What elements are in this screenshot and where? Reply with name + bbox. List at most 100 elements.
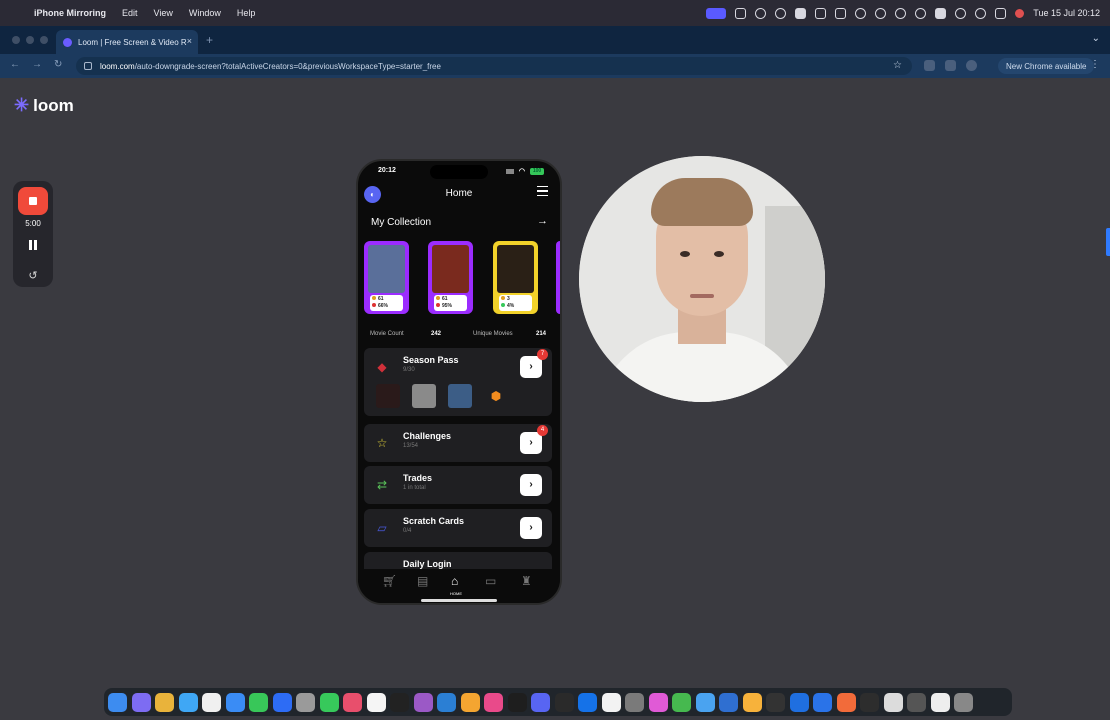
hexagon-icon[interactable]: ⬢ [484, 384, 508, 408]
vscode-icon[interactable] [437, 692, 456, 712]
movie-card[interactable]: 61 95% [428, 241, 473, 314]
puzzle-icon[interactable] [945, 60, 956, 71]
go-button[interactable]: › [520, 432, 542, 454]
zoom-icon[interactable] [272, 692, 292, 712]
menu-app-name[interactable]: iPhone Mirroring [34, 8, 106, 18]
maximize-window-icon[interactable] [40, 36, 48, 44]
collection-arrow-icon[interactable]: → [537, 215, 548, 227]
home-indicator[interactable] [421, 599, 497, 602]
control-center-icon[interactable] [995, 7, 1007, 19]
trades-card[interactable]: ⇄ Trades 1 in total › [364, 466, 552, 504]
forward-button[interactable]: → [32, 59, 42, 70]
play-icon[interactable] [915, 7, 927, 19]
siri-icon[interactable] [1015, 8, 1025, 18]
menu-edit[interactable]: Edit [122, 8, 138, 18]
collection-carousel[interactable]: 61 66% 61 95% 3 4% [364, 241, 560, 316]
go-button[interactable]: › [520, 517, 542, 539]
reload-button[interactable]: ↻ [54, 59, 62, 70]
minimize-window-icon[interactable] [26, 36, 34, 44]
stop-recording-button[interactable] [18, 187, 48, 215]
chatgpt-icon[interactable] [625, 692, 644, 712]
shop-cart-icon[interactable]: 🛒︎ [382, 574, 397, 588]
mail-icon[interactable] [178, 692, 198, 712]
messages-icon[interactable] [249, 692, 268, 712]
movie-card[interactable]: 3 4% [493, 241, 538, 314]
tab-search-chevron-icon[interactable]: ⌄ [1092, 33, 1100, 44]
popcorn-icon[interactable]: ♜ [521, 574, 532, 588]
scratch-cards-card[interactable]: ▱ Scratch Cards 0/4 › [364, 509, 552, 547]
camera-icon[interactable] [735, 7, 747, 19]
app-icon[interactable] [766, 692, 785, 712]
battery-icon[interactable] [935, 7, 947, 19]
settings-icon[interactable] [296, 692, 315, 712]
gamepad-icon[interactable]: ▭ [485, 574, 496, 588]
challenges-card[interactable]: ☆ Challenges 13/54 › 4 [364, 424, 552, 462]
restart-button[interactable]: ↺ [13, 269, 53, 282]
loom-tray-icon[interactable] [775, 7, 787, 19]
close-window-icon[interactable] [12, 36, 20, 44]
slack-icon[interactable] [343, 692, 362, 712]
chrome-icon[interactable] [155, 692, 174, 712]
outlook-icon[interactable] [719, 692, 738, 712]
calendar-icon[interactable] [366, 692, 386, 712]
figma-dock-icon[interactable] [648, 692, 668, 712]
discord-dock-icon[interactable] [531, 692, 550, 712]
home-icon[interactable]: ⌂ [451, 574, 458, 588]
terminal-icon[interactable] [507, 692, 527, 712]
lock-icon[interactable] [835, 7, 847, 19]
wifi-icon[interactable] [955, 7, 967, 19]
moon-icon[interactable] [895, 7, 907, 19]
safari-icon[interactable] [225, 692, 245, 712]
screen-mirroring-icon[interactable] [706, 7, 727, 19]
downloads-icon[interactable] [930, 692, 950, 712]
app-store-icon[interactable] [789, 692, 809, 712]
collection-title[interactable]: My Collection [371, 217, 431, 228]
clapperboard-icon[interactable]: ▤ [417, 574, 428, 588]
menu-help[interactable]: Help [237, 8, 256, 18]
activity-monitor-icon[interactable] [860, 692, 879, 712]
notion-icon[interactable] [390, 692, 409, 712]
window-icon[interactable] [907, 692, 926, 712]
launchpad-icon[interactable] [131, 692, 151, 712]
preview-icon[interactable] [742, 692, 762, 712]
site-info-icon[interactable] [84, 62, 92, 70]
record-icon[interactable] [795, 7, 807, 19]
capcut-icon[interactable] [601, 692, 621, 712]
reward-item[interactable] [448, 384, 472, 408]
go-button[interactable]: › [520, 356, 542, 378]
trash-icon[interactable] [954, 692, 973, 712]
movie-card[interactable]: 61 66% [364, 241, 409, 314]
lucid-icon[interactable] [578, 692, 597, 712]
clipboard-icon[interactable] [815, 7, 827, 19]
whatsapp-icon[interactable] [319, 692, 339, 712]
new-tab-button[interactable]: + [206, 33, 213, 47]
notes-icon[interactable] [202, 692, 221, 712]
side-panel-tab[interactable] [1106, 228, 1110, 256]
postman-icon[interactable] [836, 692, 856, 712]
figma-icon[interactable] [484, 692, 503, 712]
tab-loom[interactable]: Loom | Free Screen & Video R × [56, 30, 198, 54]
history-icon[interactable] [875, 7, 887, 19]
reward-item[interactable] [376, 384, 400, 408]
document-icon[interactable] [883, 692, 903, 712]
sublime-icon[interactable] [460, 692, 480, 712]
tab-close-icon[interactable]: × [187, 36, 192, 46]
extension-icon[interactable] [924, 60, 935, 71]
word-icon[interactable] [813, 692, 832, 712]
season-pass-card[interactable]: ◆ Season Pass 9/30 › 7 ⬢ [364, 348, 552, 416]
cloud-icon[interactable] [755, 7, 767, 19]
menu-view[interactable]: View [154, 8, 173, 18]
go-button[interactable]: › [520, 474, 542, 496]
bookmark-star-icon[interactable]: ☆ [893, 60, 902, 71]
facetime-icon[interactable] [672, 692, 691, 712]
menu-window[interactable]: Window [189, 8, 221, 18]
pause-button[interactable] [28, 240, 38, 250]
xcode-icon[interactable] [554, 692, 574, 712]
profile-avatar-icon[interactable] [966, 60, 977, 71]
target-icon[interactable] [855, 7, 867, 19]
url-bar[interactable]: loom.com /auto-downgrade-screen?totalAct… [76, 57, 912, 75]
onenote-icon[interactable] [413, 692, 433, 712]
menubar-clock[interactable]: Tue 15 Jul 20:12 [1033, 8, 1100, 18]
back-button[interactable]: ← [10, 59, 20, 70]
chrome-menu-icon[interactable]: ⋮ [1090, 59, 1100, 70]
